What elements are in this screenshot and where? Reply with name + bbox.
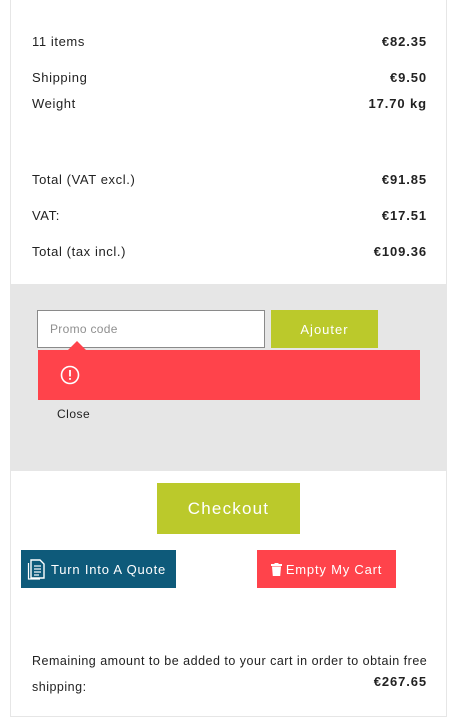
items-subtotal-value: €82.35 [381,34,427,49]
vat-value: €17.51 [381,208,427,223]
turn-into-quote-label: Turn Into A Quote [51,561,167,577]
promo-error-alert [38,341,420,400]
total-excl-label: Total (VAT excl.) [32,172,136,187]
cart-summary-card: 11 items €82.35 Shipping €9.50 Weight 17… [10,0,447,717]
items-count-label: 11 items [32,34,85,49]
empty-cart-button[interactable]: Empty My Cart [257,550,396,588]
free-shipping-remaining-amount: €267.65 [373,674,427,689]
alert-pointer [68,341,86,350]
total-excl-value: €91.85 [381,172,427,187]
total-incl-label: Total (tax incl.) [32,244,127,259]
checkout-button[interactable]: Checkout [157,483,300,534]
trash-icon [270,562,282,576]
weight-value: 17.70 kg [368,96,427,111]
promo-submit-button[interactable]: Ajouter [271,310,378,348]
error-circle-icon [60,365,80,385]
promo-code-section: Ajouter Close [11,284,446,471]
document-icon [27,559,45,580]
vat-label: VAT: [32,208,60,223]
free-shipping-message: Remaining amount to be added to your car… [32,654,428,694]
total-incl-value: €109.36 [373,244,427,259]
turn-into-quote-button[interactable]: Turn Into A Quote [21,550,176,588]
weight-label: Weight [32,96,76,111]
shipping-value: €9.50 [389,70,427,85]
shipping-label: Shipping [32,70,88,85]
empty-cart-label: Empty My Cart [285,561,383,577]
alert-close-link[interactable]: Close [57,407,90,421]
